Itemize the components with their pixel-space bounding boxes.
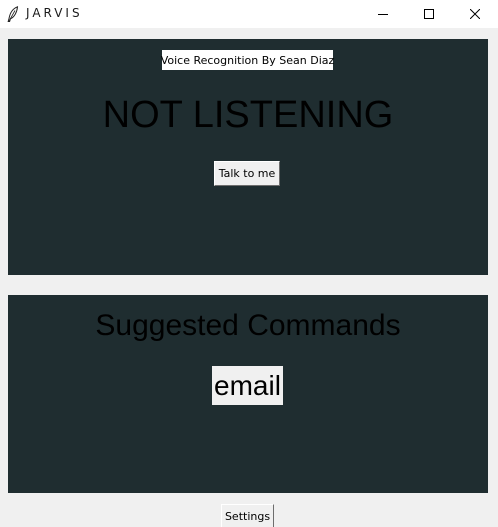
- maximize-button[interactable]: [406, 0, 452, 28]
- minimize-button[interactable]: [360, 0, 406, 28]
- listening-status: NOT LISTENING: [102, 94, 394, 136]
- talk-to-me-button[interactable]: Talk to me: [214, 161, 280, 186]
- feather-icon: [7, 6, 19, 22]
- title-bar[interactable]: JARVIS: [0, 0, 498, 28]
- suggested-command-email: email: [212, 366, 283, 405]
- minimize-icon: [378, 9, 388, 19]
- suggested-commands-title: Suggested Commands: [95, 309, 401, 342]
- window-title: JARVIS: [26, 6, 83, 20]
- close-button[interactable]: [452, 0, 498, 28]
- listening-panel: [8, 39, 488, 275]
- settings-button[interactable]: Settings: [221, 504, 274, 527]
- credit-label: Voice Recognition By Sean Diaz: [161, 50, 334, 70]
- maximize-icon: [424, 9, 434, 19]
- close-icon: [470, 9, 480, 19]
